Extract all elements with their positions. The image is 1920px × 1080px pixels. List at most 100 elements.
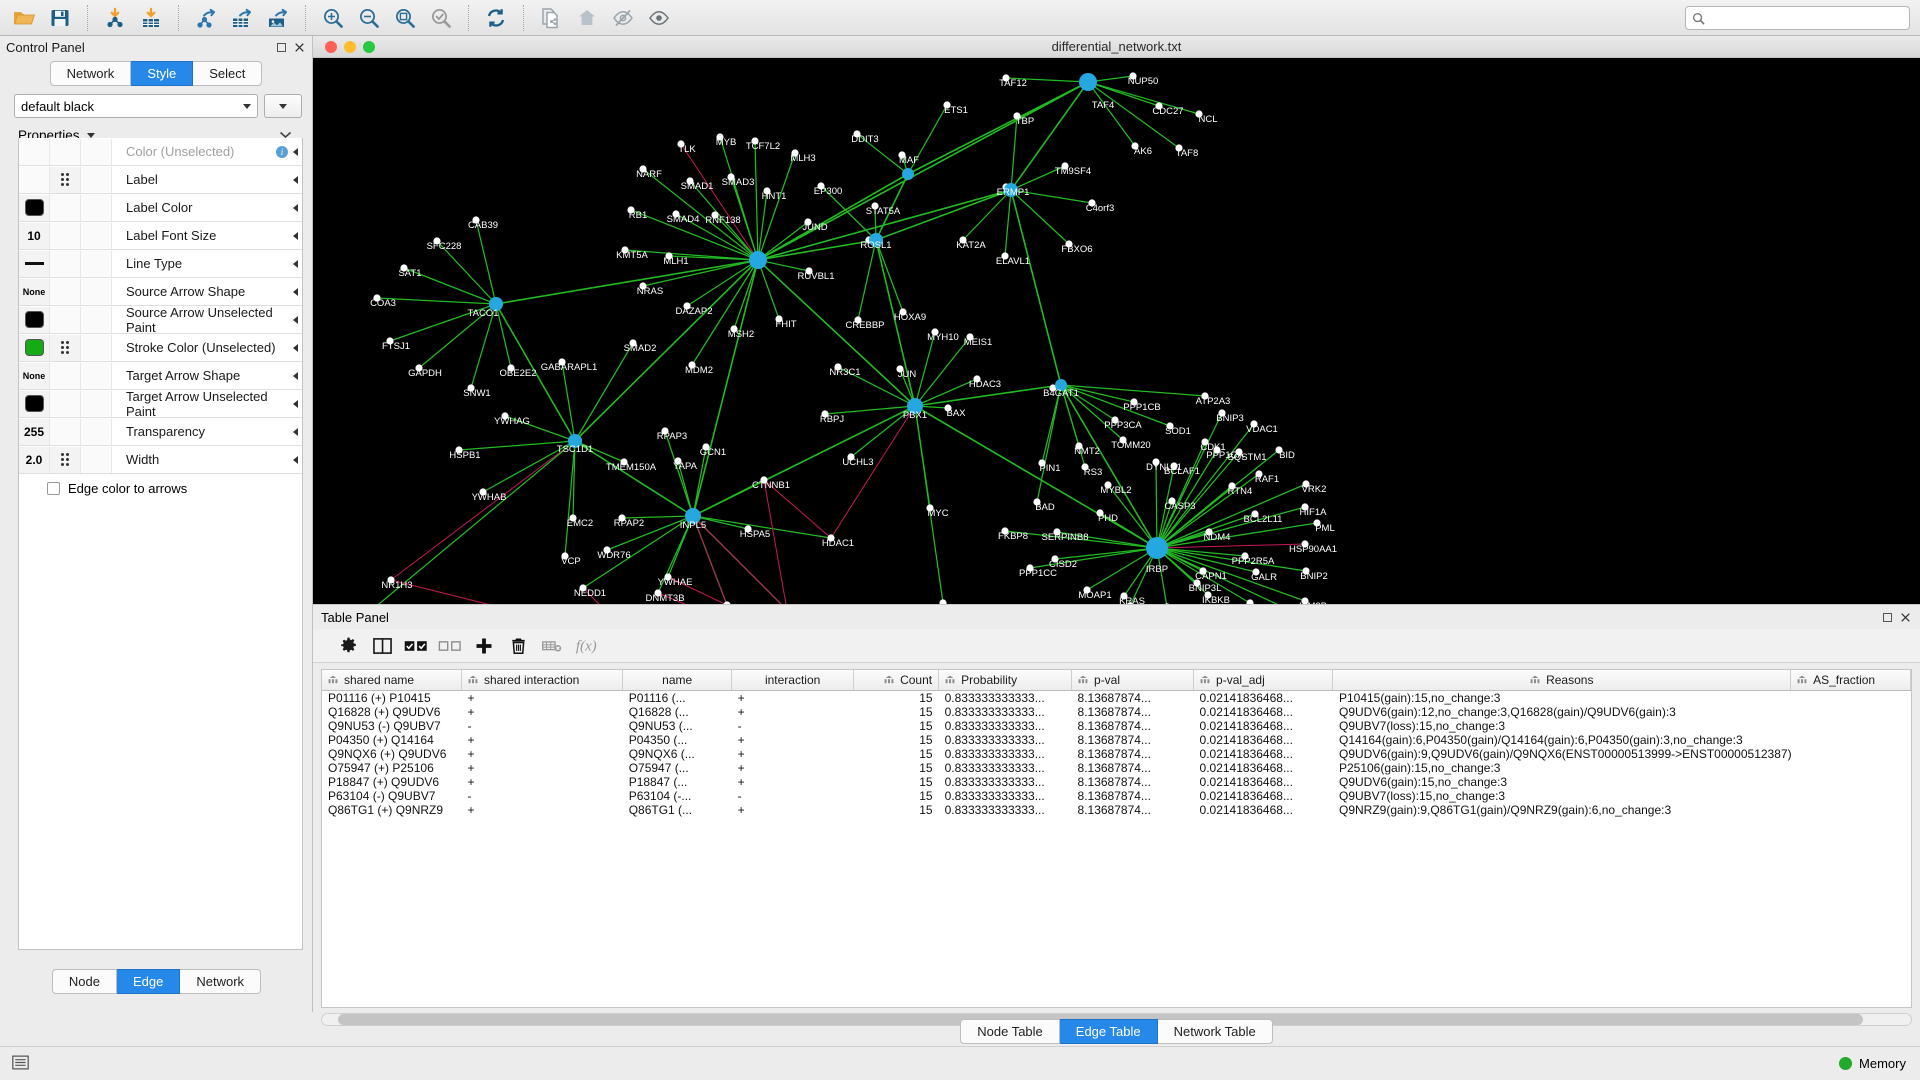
- property-bypass-cell[interactable]: [81, 446, 112, 473]
- property-default-cell[interactable]: 2.0: [19, 446, 50, 473]
- minimize-window-button[interactable]: [344, 40, 356, 53]
- color-swatch[interactable]: [24, 311, 44, 328]
- property-mapping-cell[interactable]: [50, 390, 81, 417]
- table-cell-probability[interactable]: 0.833333333333...: [939, 761, 1072, 775]
- table-cell-probability[interactable]: 0.833333333333...: [939, 733, 1072, 747]
- table-cell-shared-name[interactable]: P63104 (-) Q9UBV7: [322, 789, 461, 803]
- table-cell-shared-interaction[interactable]: -: [461, 789, 622, 803]
- table-cell-shared-interaction[interactable]: +: [461, 803, 622, 817]
- fit-selected-icon[interactable]: [423, 3, 459, 33]
- table-cell-interaction[interactable]: +: [732, 690, 854, 705]
- table-cell-interaction[interactable]: +: [732, 733, 854, 747]
- network-edge[interactable]: [495, 259, 759, 305]
- table-cell-as-fraction[interactable]: [1791, 733, 1911, 747]
- table-cell-shared-name[interactable]: Q9NU53 (-) Q9UBV7: [322, 719, 461, 733]
- network-hub-node[interactable]: [1079, 73, 1097, 91]
- table-cell-interaction[interactable]: +: [732, 747, 854, 761]
- zoom-in-icon[interactable]: [315, 3, 351, 33]
- property-row[interactable]: None Source Arrow Shape: [19, 278, 302, 306]
- table-cell-probability[interactable]: 0.833333333333...: [939, 803, 1072, 817]
- table-cell-reasons[interactable]: Q9NRZ9(gain):9,Q86TG1(gain)/Q9NRZ9(gain)…: [1333, 803, 1791, 817]
- network-edge[interactable]: [1087, 81, 1136, 147]
- table-cell-name[interactable]: P18847 (...: [623, 775, 732, 789]
- select-all-columns-icon[interactable]: [401, 633, 431, 659]
- network-edge[interactable]: [733, 259, 759, 330]
- column-header[interactable]: p-val: [1071, 670, 1195, 691]
- color-swatch[interactable]: [24, 339, 44, 356]
- network-hub-node[interactable]: [749, 251, 767, 269]
- maximize-window-button[interactable]: [363, 40, 375, 53]
- property-bypass-cell[interactable]: [81, 334, 112, 361]
- network-edge[interactable]: [680, 143, 759, 261]
- import-table-icon[interactable]: [133, 3, 169, 33]
- expand-property-icon[interactable]: [293, 343, 298, 352]
- column-header[interactable]: AS_fraction: [1790, 670, 1911, 691]
- tab-style[interactable]: Style: [131, 61, 194, 86]
- property-row[interactable]: Target Arrow Unselected Paint: [19, 389, 302, 419]
- table-cell-p-val[interactable]: 8.13687874...: [1072, 803, 1194, 817]
- close-window-button[interactable]: [325, 40, 337, 53]
- network-edge[interactable]: [1155, 461, 1158, 549]
- network-edge[interactable]: [763, 479, 787, 604]
- table-cell-p-val-adj[interactable]: 0.02141836468...: [1194, 761, 1333, 775]
- property-bypass-cell[interactable]: [81, 418, 112, 445]
- table-cell-p-val-adj[interactable]: 0.02141836468...: [1194, 719, 1333, 733]
- export-image-icon[interactable]: [260, 3, 296, 33]
- table-cell-count[interactable]: 15: [854, 775, 939, 789]
- network-edge[interactable]: [914, 336, 971, 407]
- network-hub-node[interactable]: [1146, 537, 1168, 559]
- table-cell-shared-name[interactable]: Q9NQX6 (+) Q9UDV6: [322, 747, 461, 761]
- tab-node-table[interactable]: Node Table: [960, 1019, 1060, 1044]
- table-cell-probability[interactable]: 0.833333333333...: [939, 705, 1072, 719]
- property-mapping-cell[interactable]: [50, 138, 81, 165]
- float-panel-icon[interactable]: [274, 40, 288, 54]
- table-cell-p-val[interactable]: 8.13687874...: [1072, 705, 1194, 719]
- property-mapping-cell[interactable]: [50, 362, 81, 389]
- tab-edge-table[interactable]: Edge Table: [1059, 1019, 1158, 1044]
- network-hub-node[interactable]: [902, 168, 914, 180]
- column-header[interactable]: shared name: [322, 670, 462, 691]
- table-cell-as-fraction[interactable]: [1791, 775, 1911, 789]
- table-cell-p-val[interactable]: 8.13687874...: [1072, 733, 1194, 747]
- network-edge[interactable]: [907, 81, 1089, 175]
- table-cell-name[interactable]: P04350 (...: [623, 733, 732, 747]
- table-cell-interaction[interactable]: +: [732, 761, 854, 775]
- table-cell-as-fraction[interactable]: [1791, 719, 1911, 733]
- deselect-all-columns-icon[interactable]: [435, 633, 465, 659]
- property-default-cell[interactable]: [19, 334, 50, 361]
- property-row[interactable]: Label: [19, 166, 302, 194]
- color-swatch[interactable]: [24, 395, 44, 412]
- table-cell-reasons[interactable]: Q14164(gain):6,P04350(gain)/Q14164(gain)…: [1333, 733, 1791, 747]
- edge-color-to-arrows-checkbox[interactable]: [47, 481, 60, 495]
- network-edge[interactable]: [692, 259, 759, 517]
- network-edge[interactable]: [914, 331, 936, 407]
- export-network-icon[interactable]: [188, 3, 224, 33]
- expand-property-icon[interactable]: [293, 427, 298, 436]
- table-cell-reasons[interactable]: Q9UBV7(loss):15,no_change:3: [1333, 719, 1791, 733]
- table-cell-name[interactable]: Q9NQX6 (...: [623, 747, 732, 761]
- table-cell-shared-interaction[interactable]: +: [461, 705, 622, 719]
- table-row[interactable]: Q16828 (+) Q9UDV6 + Q16828 (... +15 0.833333…: [322, 705, 1911, 719]
- table-cell-p-val-adj[interactable]: 0.02141836468...: [1194, 775, 1333, 789]
- network-edge[interactable]: [1004, 189, 1012, 257]
- table-cell-shared-name[interactable]: O75947 (+) P25106: [322, 761, 461, 775]
- table-cell-name[interactable]: Q16828 (...: [623, 705, 732, 719]
- network-edge[interactable]: [857, 239, 877, 321]
- table-row[interactable]: P18847 (+) Q9UDV6 + P18847 (... +15 0.833333…: [322, 775, 1911, 789]
- fit-network-icon[interactable]: [387, 3, 423, 33]
- property-bypass-cell[interactable]: [81, 166, 112, 193]
- property-mapping-cell[interactable]: [50, 222, 81, 249]
- show-all-icon[interactable]: [641, 3, 677, 33]
- table-cell-reasons[interactable]: P10415(gain):15,no_change:3: [1333, 690, 1791, 705]
- table-cell-shared-name[interactable]: P04350 (+) Q14164: [322, 733, 461, 747]
- table-cell-reasons[interactable]: Q9UBV7(loss):15,no_change:3: [1333, 789, 1791, 803]
- table-cell-as-fraction[interactable]: [1791, 747, 1911, 761]
- table-row[interactable]: Q9NQX6 (+) Q9UDV6 + Q9NQX6 (... +15 0.833333…: [322, 747, 1911, 761]
- property-default-cell[interactable]: None: [19, 362, 50, 389]
- table-cell-shared-interaction[interactable]: +: [461, 747, 622, 761]
- tab-network[interactable]: Network: [49, 61, 132, 86]
- hide-selected-icon[interactable]: [605, 3, 641, 33]
- delete-table-icon[interactable]: [537, 633, 567, 659]
- table-cell-interaction[interactable]: -: [732, 789, 854, 803]
- export-table-icon[interactable]: [224, 3, 260, 33]
